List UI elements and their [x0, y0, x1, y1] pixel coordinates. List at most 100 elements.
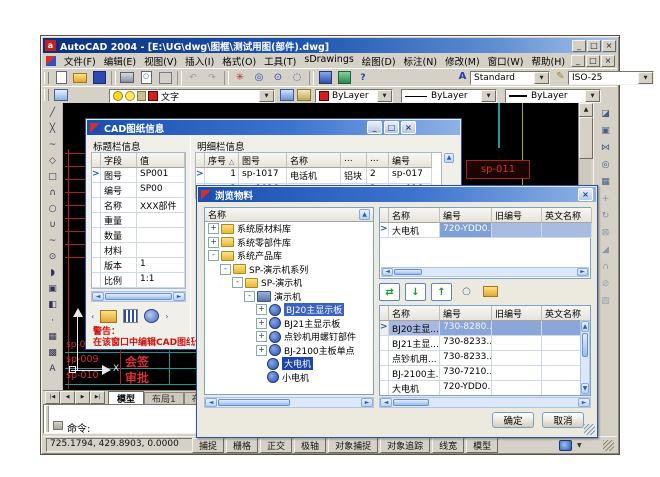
tree-collapse-icon[interactable]: -: [220, 264, 231, 275]
tree-collapse-icon[interactable]: -: [208, 250, 219, 261]
dim-style-icon[interactable]: ✎: [554, 71, 567, 84]
maximize-button[interactable]: □: [587, 40, 601, 52]
mirror-icon[interactable]: ⋈: [597, 139, 615, 156]
table-row[interactable]: > 大电机 720-YDD0...: [380, 223, 590, 238]
table-row[interactable]: > 1 sp-1017 电话机 铝块 2 sp-017: [196, 168, 441, 183]
layer-states-icon[interactable]: [296, 88, 312, 102]
layer-previous-icon[interactable]: [279, 88, 295, 102]
list-vscrollbar[interactable]: ▲ ▼: [580, 320, 590, 395]
scroll-left-icon[interactable]: ◄: [380, 398, 392, 407]
dialog-maximize-button[interactable]: □: [384, 121, 399, 134]
zoom-window-icon[interactable]: ⊙: [269, 70, 287, 86]
table-row[interactable]: 比例 1:1: [92, 273, 185, 288]
open-icon[interactable]: [71, 70, 89, 86]
table-row[interactable]: 编号 SP00: [92, 183, 185, 198]
mdi-restore-button[interactable]: □: [586, 55, 600, 67]
zoom-previous-icon[interactable]: ◌: [288, 70, 306, 86]
tab-model[interactable]: 模型: [108, 391, 144, 404]
mdi-close-button[interactable]: ×: [601, 55, 615, 67]
redo-icon[interactable]: ↷: [203, 70, 221, 86]
chevron-down-icon[interactable]: ▼: [259, 90, 274, 102]
top-table-hscrollbar[interactable]: ◄ ►: [381, 267, 589, 277]
copy-icon[interactable]: ▣: [597, 122, 615, 139]
chevron-down-icon[interactable]: ▼: [481, 90, 496, 102]
draw-mtext-icon[interactable]: A: [44, 361, 61, 377]
selected-material-table[interactable]: 名称 编号 旧编号 英文名称 > 大电机 720-YDD0... ◄ ►: [379, 207, 591, 279]
zoom-realtime-icon[interactable]: ◎: [250, 70, 268, 86]
tab-next-icon[interactable]: ▶: [75, 391, 90, 404]
material-list-table[interactable]: 名称 编号 旧编号 英文名称 > BJ20主显... 730-8280... B…: [379, 305, 591, 396]
menu-help[interactable]: 帮助(H): [527, 54, 569, 68]
col-header[interactable]: 编号: [389, 153, 432, 168]
undo-icon[interactable]: ↶: [184, 70, 202, 86]
tree-header[interactable]: 名称 ▲: [205, 208, 373, 222]
arrow-up-icon[interactable]: ↑: [431, 283, 452, 301]
col-header[interactable]: ...: [367, 153, 389, 168]
dialog-minimize-button[interactable]: _: [367, 121, 382, 134]
draw-revcloud-icon[interactable]: ∪: [44, 217, 61, 233]
array-icon[interactable]: ▦: [597, 173, 615, 190]
table-row[interactable]: 重量: [92, 213, 185, 228]
text-style-icon[interactable]: A: [456, 71, 469, 84]
toolbar-grip[interactable]: [44, 72, 49, 84]
rotate-icon[interactable]: ↻: [597, 207, 615, 224]
menu-draw[interactable]: 绘图(D): [358, 54, 400, 68]
transfer-icon[interactable]: ⇄: [379, 283, 400, 301]
tree-item[interactable]: 小电机: [205, 371, 373, 385]
barcode-icon[interactable]: [123, 309, 138, 323]
open-folder-icon[interactable]: [100, 310, 117, 323]
detail-scroll-up-icon[interactable]: ▲: [444, 153, 454, 163]
draw-rectangle-icon[interactable]: □: [44, 169, 61, 185]
draw-xline-icon[interactable]: ╳: [44, 121, 61, 137]
linetype-combo[interactable]: ByLayer ▼: [401, 89, 497, 103]
mdi-minimize-button[interactable]: _: [571, 55, 585, 67]
tab-prev-icon[interactable]: ◀: [60, 391, 75, 404]
tab-layout1[interactable]: 布局1: [144, 392, 184, 404]
scale-icon[interactable]: ⊠: [597, 224, 615, 241]
col-header[interactable]: 名称: [389, 306, 440, 321]
new-icon[interactable]: [52, 70, 70, 86]
status-osnap-button[interactable]: 对象捕捉: [328, 438, 378, 453]
list-hscrollbar[interactable]: ◄ ►: [379, 397, 591, 408]
dialog-close-button[interactable]: ×: [401, 121, 416, 134]
table-row[interactable]: 点钞机用... 730-8233...: [380, 351, 590, 366]
color-combo[interactable]: ByLayer ▼: [315, 89, 393, 103]
col-header[interactable]: 编号: [440, 306, 492, 321]
table-row[interactable]: 大电机 720-YDD0...: [380, 381, 590, 396]
open-folder-icon[interactable]: [481, 283, 500, 299]
table-row[interactable]: 名称 XXX部件: [92, 198, 185, 213]
offset-icon[interactable]: ◎: [597, 156, 615, 173]
menu-modify[interactable]: 修改(M): [441, 54, 484, 68]
draw-polyline-icon[interactable]: ~: [44, 137, 61, 153]
material-tree-panel[interactable]: 名称 ▲ +系统原材料库 +系统零部件库 -系统产品库 -SP-演示机系列 -S…: [204, 207, 374, 395]
draw-spline-icon[interactable]: ~: [44, 233, 61, 249]
tree-item[interactable]: +点钞机用螺钉部件: [205, 330, 373, 344]
tree-item[interactable]: -SP-演示机系列: [205, 263, 373, 277]
status-otrack-button[interactable]: 对象追踪: [380, 438, 430, 453]
status-menu-arrow-icon[interactable]: ▼: [577, 442, 582, 449]
menu-file[interactable]: 文件(F): [60, 54, 100, 68]
toolbar-right-arrow-icon[interactable]: ›: [165, 312, 168, 321]
menu-view[interactable]: 视图(V): [140, 54, 181, 68]
extend-icon[interactable]: ⊘: [597, 275, 615, 292]
draw-hatch-icon[interactable]: ▦: [44, 329, 61, 345]
chevron-down-icon[interactable]: ▼: [585, 90, 600, 102]
status-model-button[interactable]: 模型: [466, 438, 498, 453]
menu-tools[interactable]: 工具(T): [260, 54, 300, 68]
toolbar-left-arrow-icon[interactable]: ‹: [91, 312, 94, 321]
move-icon[interactable]: +: [597, 190, 615, 207]
save-icon[interactable]: [90, 70, 108, 86]
tree-item[interactable]: -系统产品库: [205, 249, 373, 263]
communication-center-icon[interactable]: [559, 440, 572, 451]
erase-icon[interactable]: ◪: [597, 105, 615, 122]
col-header[interactable]: 字段: [101, 153, 137, 168]
chevron-down-icon[interactable]: ▼: [377, 90, 392, 102]
table-row[interactable]: 数量: [92, 228, 185, 243]
table-row[interactable]: > BJ20主显... 730-8280...: [380, 321, 590, 336]
plot-preview-icon[interactable]: ○: [137, 70, 155, 86]
cancel-button[interactable]: 取消: [542, 412, 584, 428]
command-grip[interactable]: [45, 406, 49, 432]
status-grid-button[interactable]: 栅格: [226, 438, 258, 453]
draw-circle-icon[interactable]: ○: [44, 201, 61, 217]
tree-expand-icon[interactable]: +: [256, 331, 267, 342]
